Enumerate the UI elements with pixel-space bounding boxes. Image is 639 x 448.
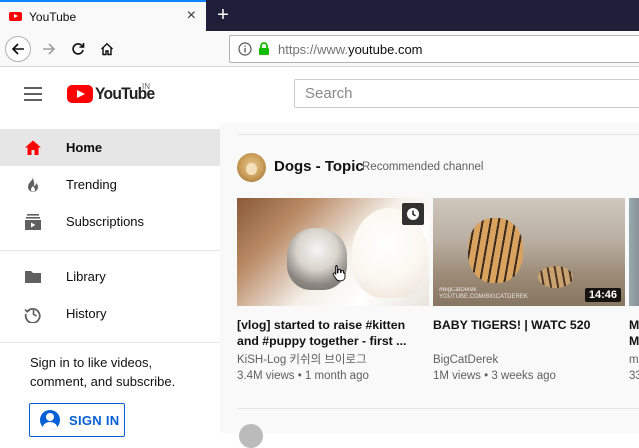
video-card[interactable]: [vlog] started to raise #kitten and #pup… [237,198,430,384]
sidebar-item-trending[interactable]: Trending [0,166,220,203]
home-button[interactable] [94,36,120,62]
sidebar-item-home[interactable]: Home [0,129,220,166]
url-prefix: https://www. [278,41,349,57]
sidebar-item-label: History [66,306,107,321]
home-outline-icon [101,42,113,56]
youtube-play-icon [67,85,93,103]
new-tab-button[interactable]: + [210,2,236,28]
back-button[interactable] [5,36,31,62]
video-channel[interactable]: BigCatDerek [433,352,626,368]
arrow-right-icon [43,43,56,55]
sidebar: Home Trending Subscriptions Library Hist… [0,129,220,437]
video-title[interactable]: BABY TIGERS! | WATC 520 [433,317,626,349]
video-thumbnail[interactable] [629,198,639,306]
url-text: https://www.youtube.com [278,42,423,57]
history-icon [24,305,42,323]
video-channel[interactable]: KiSH-Log 키쉬의 브이로그 [237,352,430,368]
info-icon[interactable] [238,42,252,56]
tab-title: YouTube [29,9,77,24]
shelf-title[interactable]: Dogs - Topic [274,158,364,175]
video-thumbnail[interactable] [237,198,429,306]
sidebar-item-label: Library [66,269,106,284]
lock-icon [259,42,269,55]
divider [237,134,639,135]
video-title[interactable]: MM [629,317,639,349]
channel-avatar[interactable] [239,424,263,448]
guide-menu-icon[interactable] [24,87,42,101]
search-input[interactable] [295,80,639,107]
watch-later-icon[interactable] [402,203,424,225]
signin-button[interactable]: SIGN IN [29,403,125,437]
duration-badge: 14:46 [584,288,621,302]
reload-icon [72,43,85,55]
video-card[interactable]: MM m 33 [629,198,639,384]
tiger-cub-image [538,266,573,288]
video-thumbnail[interactable]: #BigCatDerek YOUTUBE.COM/BIGCATDEREK 14:4… [433,198,625,306]
video-channel[interactable]: m [629,352,639,368]
main-content: Dogs - Topic Recommended channel [vlog] … [220,123,639,448]
youtube-header: YouTube IN [0,67,639,123]
video-title-line: M [629,318,639,332]
shelf-subtitle: Recommended channel [362,161,484,173]
divider [237,408,639,409]
reload-button[interactable] [65,36,91,62]
url-bar[interactable]: https://www.youtube.com [229,35,639,63]
sidebar-item-subscriptions[interactable]: Subscriptions [0,203,220,240]
sidebar-item-label: Subscriptions [66,214,145,229]
home-icon [24,139,42,157]
tab-close-icon[interactable]: × [187,7,196,25]
hand-cursor-icon [332,265,346,282]
video-meta: 33 [629,370,639,382]
video-card[interactable]: #BigCatDerek YOUTUBE.COM/BIGCATDEREK 14:4… [433,198,626,384]
video-meta: 3.4M views • 1 month ago [237,370,369,382]
browser-nav-bar: https://www.youtube.com [0,31,639,67]
flame-icon [24,176,42,194]
account-icon [40,410,60,430]
browser-tab[interactable]: YouTube × [0,0,206,31]
tiger-image [468,218,523,283]
folder-icon [24,268,42,286]
youtube-favicon-icon [9,12,22,21]
channel-avatar[interactable] [237,153,266,182]
video-title-line: M [629,334,639,348]
sidebar-divider [0,250,220,251]
video-meta: 1M views • 3 weeks ago [433,370,556,382]
url-host: youtube.com [348,41,423,57]
search-box[interactable] [294,79,639,108]
sidebar-item-history[interactable]: History [0,295,220,332]
sidebar-item-label: Home [66,140,103,155]
subscriptions-icon [24,213,42,231]
signin-prompt: Sign in to like videos, comment, and sub… [30,355,176,389]
youtube-logo[interactable]: YouTube IN [67,82,160,104]
browser-tab-bar: YouTube × + [0,0,639,31]
sidebar-divider [0,342,220,343]
sidebar-item-library[interactable]: Library [0,258,220,295]
forward-button[interactable] [36,36,62,62]
sidebar-item-label: Trending [66,177,117,192]
region-code: IN [142,82,150,91]
arrow-left-icon [11,43,24,55]
video-title[interactable]: [vlog] started to raise #kitten and #pup… [237,317,430,349]
watermark-text: #BigCatDerek YOUTUBE.COM/BIGCATDEREK [439,287,528,300]
signin-label: SIGN IN [69,412,120,428]
